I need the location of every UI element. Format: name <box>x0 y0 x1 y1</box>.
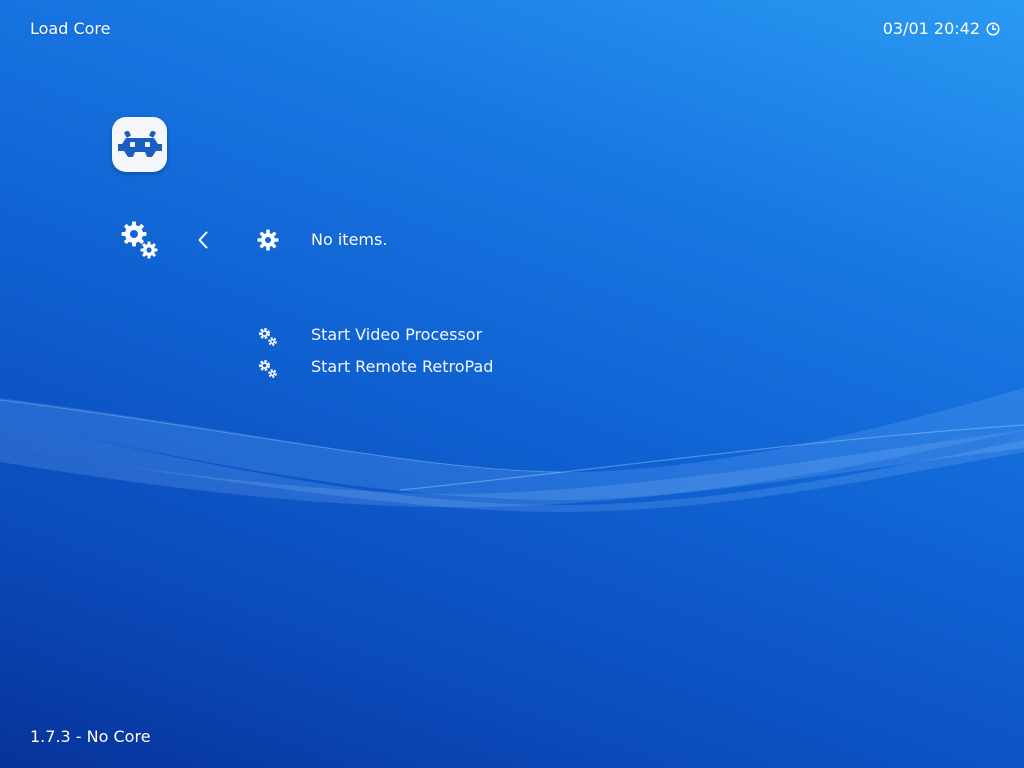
datetime-text: 03/01 20:42 <box>882 19 980 38</box>
menu-item-start-remote-retropad[interactable]: Start Remote RetroPad <box>257 356 557 380</box>
menu-item-label: Start Remote RetroPad <box>311 357 494 376</box>
gear-icon <box>257 229 279 251</box>
retroarch-invader-icon <box>117 130 162 157</box>
background-waves <box>0 388 1024 512</box>
settings-gears-icon[interactable] <box>120 220 160 260</box>
clock-icon <box>986 22 1000 36</box>
chevron-left-icon[interactable] <box>196 230 210 250</box>
datetime-display: 03/01 20:42 <box>883 19 1000 39</box>
version-status: 1.7.3 - No Core <box>30 727 151 746</box>
no-items-label: No items. <box>311 230 388 249</box>
gears-icon <box>258 359 277 378</box>
page-title: Load Core <box>30 19 111 38</box>
menu-item-label: Start Video Processor <box>311 325 483 344</box>
menu-item-start-video-processor[interactable]: Start Video Processor <box>257 324 557 348</box>
retroarch-logo-tab[interactable] <box>112 117 167 172</box>
gears-icon <box>258 327 277 346</box>
